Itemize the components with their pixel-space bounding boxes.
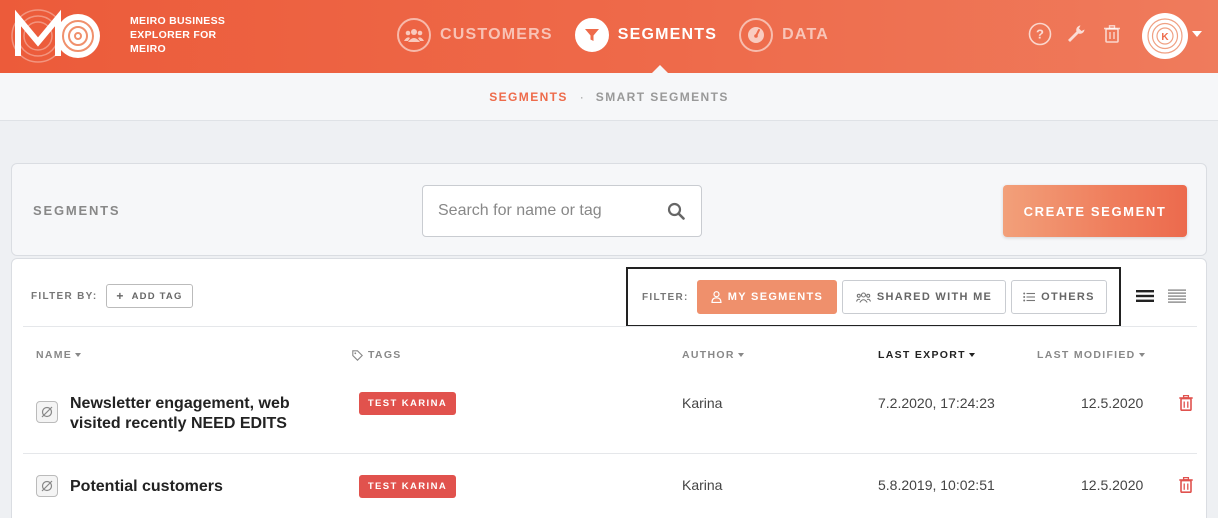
users-icon <box>397 18 431 52</box>
filter-shared-with-me-label: SHARED WITH ME <box>876 291 993 303</box>
segments-list-card: FILTER BY: + ADD TAG FILTER: MY SEGMENTS… <box>11 258 1207 518</box>
subnav-segments[interactable]: SEGMENTS <box>489 90 568 104</box>
brand-line-2: EXPLORER FOR <box>130 29 217 41</box>
segment-name-line-1: Newsletter engagement, web <box>70 395 290 412</box>
segment-name[interactable]: Newsletter engagement, web visited recen… <box>70 394 320 434</box>
page-title: SEGMENTS <box>33 203 121 218</box>
meiro-logo[interactable] <box>10 8 102 64</box>
segment-name[interactable]: Potential customers <box>70 477 320 497</box>
brand-line-1: MEIRO BUSINESS <box>130 15 226 27</box>
subnav-smart-segments[interactable]: SMART SEGMENTS <box>596 90 729 104</box>
last-export-cell: 7.2.2020, 17:24:23 <box>878 395 995 411</box>
last-modified-cell: 12.5.2020 <box>1081 395 1144 411</box>
last-export-cell: 5.8.2019, 10:02:51 <box>878 477 995 493</box>
column-author-label: AUTHOR <box>682 349 735 361</box>
chevron-down-icon[interactable] <box>1192 31 1202 37</box>
filter-divider <box>23 326 1197 327</box>
plus-icon: + <box>116 289 125 303</box>
filter-icon <box>574 18 609 52</box>
author-cell: Karina <box>682 477 723 493</box>
table-row[interactable]: Potential customers TEST KARINA Karina 5… <box>23 455 1197 518</box>
column-header-last-modified[interactable]: LAST MODIFIED <box>1037 349 1145 361</box>
wrench-icon[interactable] <box>1062 20 1090 48</box>
column-header-author[interactable]: AUTHOR <box>682 349 744 361</box>
filter-my-segments-button[interactable]: MY SEGMENTS <box>697 280 837 314</box>
tag-badge[interactable]: TEST KARINA <box>359 392 456 415</box>
delete-segment-icon[interactable] <box>1179 477 1193 493</box>
avatar-initial: K <box>1161 32 1169 43</box>
top-header: MEIRO BUSINESS EXPLORER FOR MEIRO CUSTOM… <box>0 0 1218 73</box>
tag-icon <box>352 349 363 361</box>
create-segment-button[interactable]: CREATE SEGMENT <box>1003 185 1187 237</box>
list-view-icon[interactable] <box>1136 289 1154 303</box>
trash-icon[interactable] <box>1098 20 1126 48</box>
table-row[interactable]: Newsletter engagement, web visited recen… <box>23 376 1197 454</box>
sort-caret-icon <box>1138 353 1145 357</box>
delete-segment-icon[interactable] <box>1179 395 1193 411</box>
filter-others-button[interactable]: OTHERS <box>1011 280 1107 314</box>
column-header-name[interactable]: NAME <box>36 349 82 361</box>
main-nav: CUSTOMERS SEGMENTS DATA <box>397 15 851 55</box>
filter-by-label: FILTER BY: <box>31 291 98 302</box>
search-input[interactable] <box>423 186 661 236</box>
column-last-modified-label: LAST MODIFIED <box>1037 349 1136 361</box>
subnav-separator: · <box>579 89 584 104</box>
brand-text: MEIRO BUSINESS EXPLORER FOR MEIRO <box>130 14 250 56</box>
nav-segments[interactable]: SEGMENTS <box>574 18 718 52</box>
brand-line-3: MEIRO <box>130 43 166 55</box>
list-icon <box>1023 292 1036 302</box>
help-icon[interactable]: ? <box>1026 20 1054 48</box>
sort-caret-icon <box>737 353 744 357</box>
nav-customers[interactable]: CUSTOMERS <box>397 18 553 52</box>
segment-hidden-icon <box>36 401 58 423</box>
add-tag-label: ADD TAG <box>131 290 183 302</box>
add-tag-button[interactable]: + ADD TAG <box>106 284 193 308</box>
column-name-label: NAME <box>36 349 73 361</box>
segment-hidden-icon <box>36 475 58 497</box>
gauge-icon <box>739 18 774 52</box>
column-last-export-label: LAST EXPORT <box>878 349 966 361</box>
filter-label: FILTER: <box>642 292 689 303</box>
user-icon <box>711 291 722 303</box>
segment-name-line-2: visited recently NEED EDITS <box>70 415 287 432</box>
sub-nav: SEGMENTS · SMART SEGMENTS <box>0 73 1218 121</box>
compact-view-icon[interactable] <box>1168 289 1186 303</box>
column-header-last-export[interactable]: LAST EXPORT <box>878 349 975 361</box>
filter-my-segments-label: MY SEGMENTS <box>727 291 824 303</box>
filter-others-label: OTHERS <box>1041 291 1095 303</box>
tag-badge[interactable]: TEST KARINA <box>359 475 456 498</box>
segments-header-card: SEGMENTS CREATE SEGMENT <box>11 163 1207 256</box>
active-nav-pointer <box>652 65 668 73</box>
author-cell: Karina <box>682 395 723 411</box>
nav-segments-label: SEGMENTS <box>617 26 718 43</box>
nav-customers-label: CUSTOMERS <box>440 26 553 43</box>
last-modified-cell: 12.5.2020 <box>1081 477 1144 493</box>
users-icon <box>855 291 871 303</box>
column-tags-label: TAGS <box>368 349 402 361</box>
sort-caret-icon <box>968 353 975 357</box>
svg-text:?: ? <box>1036 27 1044 42</box>
sort-caret-icon <box>75 353 82 357</box>
column-header-tags: TAGS <box>352 349 402 361</box>
nav-data-label: DATA <box>782 26 830 43</box>
search-box <box>422 185 702 237</box>
header-tools: ? <box>1026 20 1134 48</box>
filter-shared-with-me-button[interactable]: SHARED WITH ME <box>842 280 1006 314</box>
ownership-filter-group: FILTER: MY SEGMENTS SHARED WITH ME OTHER… <box>626 267 1121 327</box>
nav-data[interactable]: DATA <box>739 18 829 52</box>
user-avatar[interactable]: K <box>1142 13 1188 59</box>
search-icon[interactable] <box>667 202 685 220</box>
